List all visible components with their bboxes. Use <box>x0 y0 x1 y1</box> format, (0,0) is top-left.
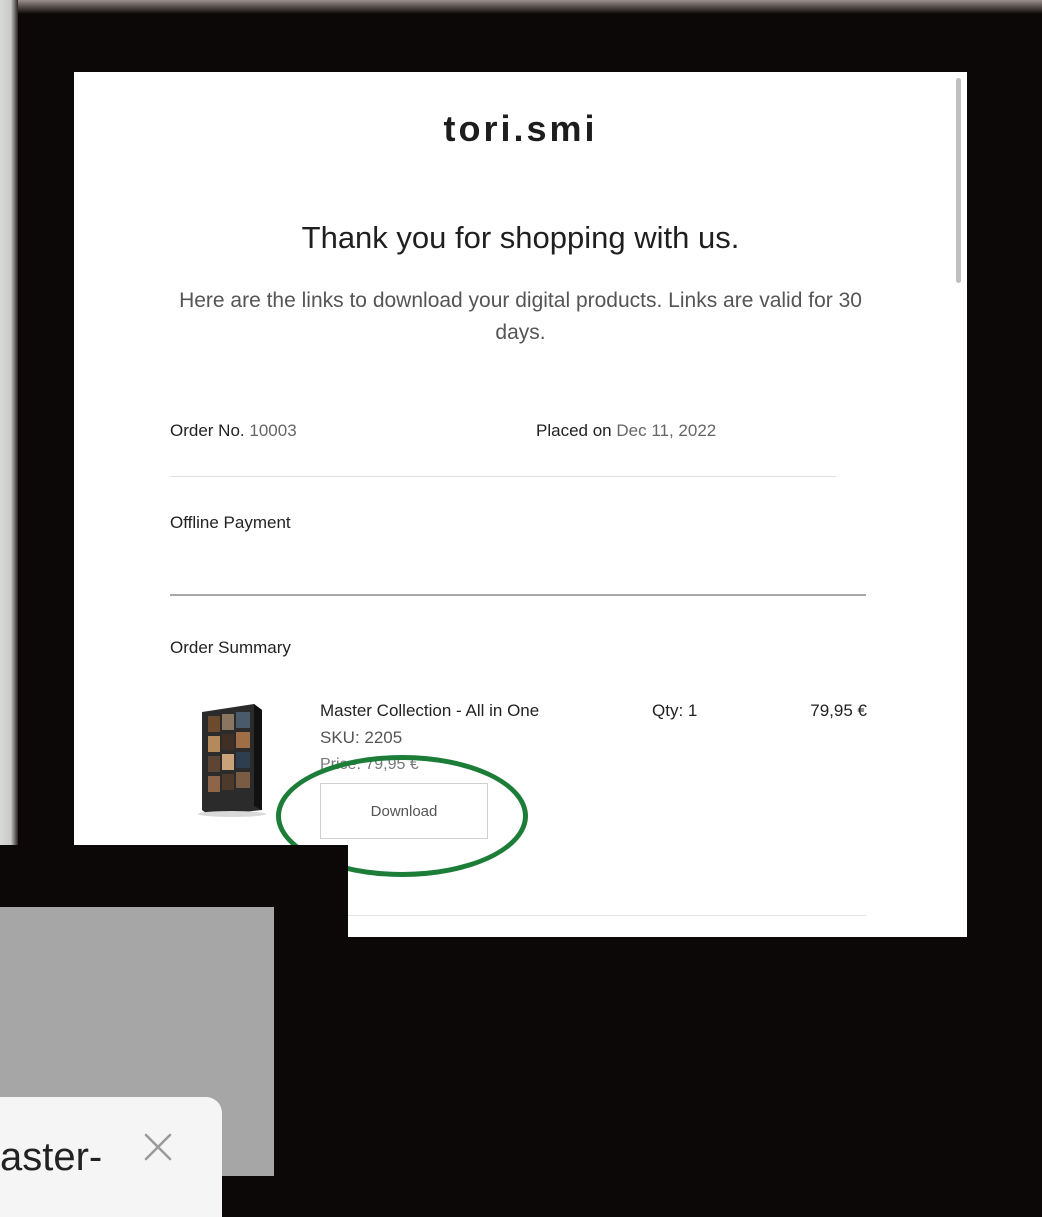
placed-on: Placed on Dec 11, 2022 <box>536 421 716 441</box>
order-number-value: 10003 <box>249 421 297 440</box>
toast-filename: aster- <box>0 1135 103 1179</box>
intro-text: Here are the links to download your digi… <box>179 289 862 344</box>
product-sku: SKU: 2205 <box>320 728 403 747</box>
placed-on-label: Placed on <box>536 421 612 440</box>
overlay-window: aster- <box>0 845 348 1217</box>
order-summary-heading: Order Summary <box>170 638 291 657</box>
line-total: 79,95 € <box>810 701 867 720</box>
product-name: Master Collection - All in One <box>320 701 540 720</box>
close-icon[interactable] <box>138 1127 178 1167</box>
payment-method: Offline Payment <box>170 513 291 532</box>
product-thumbnail <box>198 704 266 817</box>
background-top <box>0 0 1042 14</box>
divider <box>170 594 866 596</box>
background-left <box>0 0 18 860</box>
brand-title: tori.smi <box>443 108 598 149</box>
order-number-label: Order No. <box>170 421 245 440</box>
product-quantity: Qty: 1 <box>652 701 698 720</box>
download-toast: aster- <box>0 1097 222 1217</box>
divider <box>170 476 836 477</box>
order-number: Order No. 10003 <box>170 421 297 441</box>
placed-on-value: Dec 11, 2022 <box>616 421 717 440</box>
thank-you-heading: Thank you for shopping with us. <box>301 220 740 255</box>
